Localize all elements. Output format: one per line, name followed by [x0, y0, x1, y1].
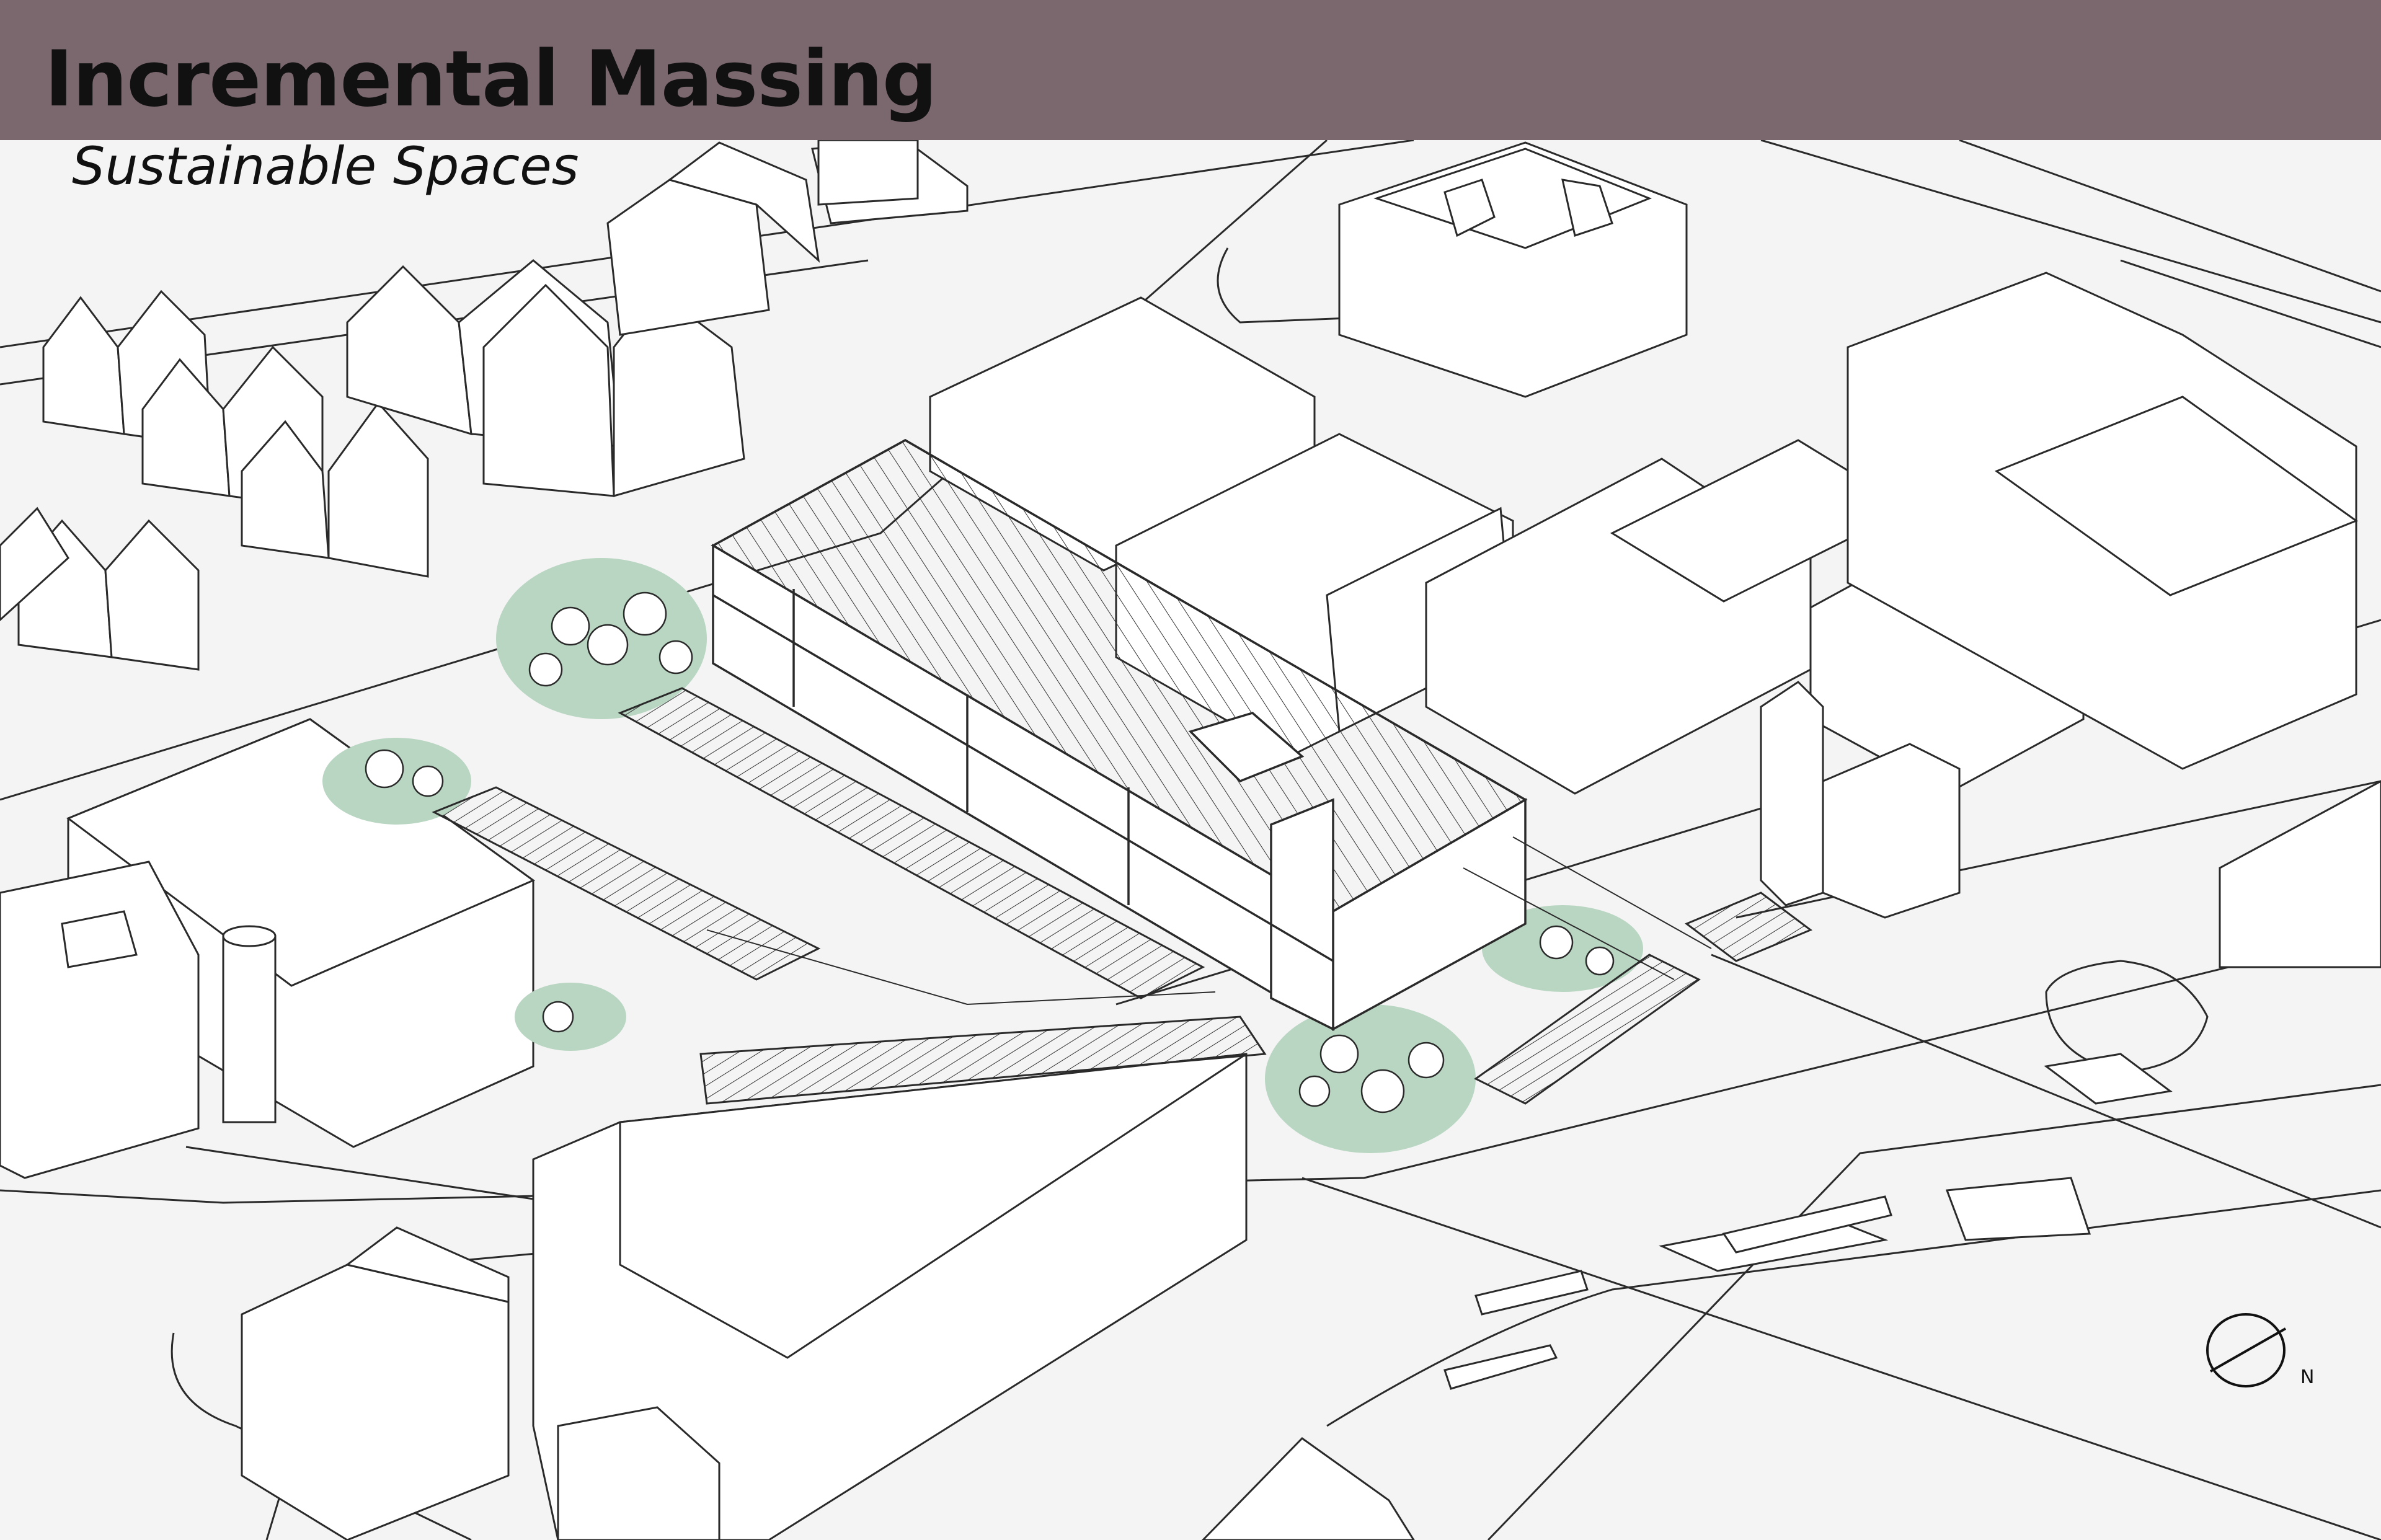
north-arrow-label: N: [2300, 1366, 2315, 1388]
page: Incremental Massing Sustainable Spaces N: [0, 0, 2381, 1540]
page-subtitle: Sustainable Spaces: [72, 136, 579, 197]
site-axonometric-drawing: [0, 0, 2381, 1540]
page-title: Incremental Massing: [45, 35, 938, 124]
